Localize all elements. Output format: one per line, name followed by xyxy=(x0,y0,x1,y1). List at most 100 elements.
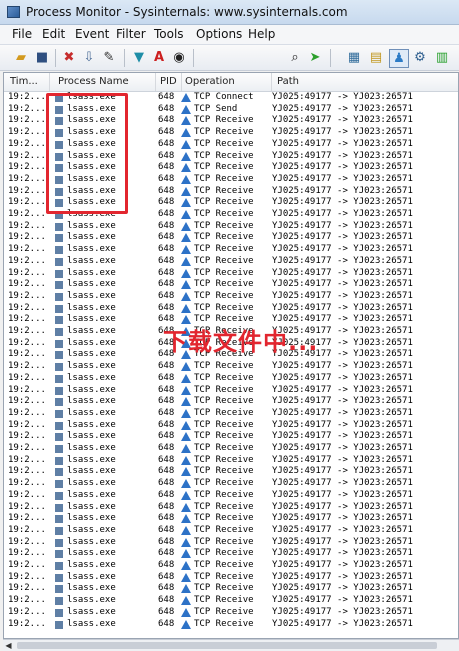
find-icon[interactable]: ⌕ xyxy=(286,49,304,66)
column-path[interactable]: Path xyxy=(272,73,458,91)
network-operation-icon xyxy=(181,619,191,629)
process-icon xyxy=(55,573,63,582)
table-row[interactable]: 19:2... lsass.exe 648 TCP Receive YJ025:4917… xyxy=(4,221,458,233)
table-row[interactable]: 19:2... lsass.exe 648 TCP Receive YJ025:4917… xyxy=(4,361,458,373)
column-pid[interactable]: PID xyxy=(156,73,182,91)
table-row[interactable]: 19:2... lsass.exe 648 TCP Receive YJ025:4917… xyxy=(4,455,458,467)
menu-options[interactable]: Options xyxy=(196,27,242,41)
cell-time: 19:2... xyxy=(8,595,46,606)
table-row[interactable]: 19:2... lsass.exe 648 TCP Receive YJ025:4917… xyxy=(4,396,458,408)
toolbar-separator xyxy=(330,49,331,67)
cell-process-name: lsass.exe xyxy=(67,326,116,336)
cell-operation: TCP Receive xyxy=(194,361,254,372)
column-time[interactable]: Tim... xyxy=(4,73,50,91)
cell-process-name: lsass.exe xyxy=(67,279,116,290)
table-row[interactable]: 19:2... lsass.exe 648 TCP Receive YJ025:4917… xyxy=(4,537,458,549)
table-row[interactable]: 19:2... lsass.exe 648 TCP Receive YJ025:4917… xyxy=(4,466,458,478)
target-icon[interactable]: ◉ xyxy=(170,49,188,66)
cell-operation: TCP Receive xyxy=(194,290,254,301)
horizontal-scrollbar[interactable]: ◀ xyxy=(3,639,459,651)
table-row[interactable]: 19:2... lsass.exe 648 TCP Receive YJ025:4917… xyxy=(4,490,458,502)
table-row[interactable]: 19:2... lsass.exe 648 TCP Receive YJ025:4917… xyxy=(4,619,458,631)
cell-time: 19:2... xyxy=(8,209,46,219)
cell-time: 19:2... xyxy=(8,255,46,266)
cell-path: YJ025:49177 -> YJ023:26571 xyxy=(272,115,413,126)
cell-pid: 648 xyxy=(158,255,175,266)
table-row[interactable]: 19:2... lsass.exe 648 TCP Receive YJ025:4917… xyxy=(4,502,458,514)
cell-process-name: lsass.exe xyxy=(67,314,116,325)
menu-filter[interactable]: Filter xyxy=(116,27,146,41)
column-process-name[interactable]: Process Name xyxy=(50,73,156,91)
network-operation-icon xyxy=(181,362,191,372)
table-row[interactable]: 19:2... lsass.exe 648 TCP Receive YJ025:4917… xyxy=(4,384,458,397)
cell-process-name: lsass.exe xyxy=(67,407,116,418)
cell-time: 19:2... xyxy=(8,583,46,594)
menu-tools[interactable]: Tools xyxy=(154,27,184,41)
filter-icon[interactable]: ▼ xyxy=(130,49,148,66)
process-icon xyxy=(55,515,63,524)
network-operation-icon xyxy=(181,303,191,313)
menu-help[interactable]: Help xyxy=(248,27,275,41)
cell-pid: 648 xyxy=(158,419,175,430)
save-icon[interactable]: ■ xyxy=(33,49,51,66)
table-row[interactable]: 19:2... lsass.exe 648 TCP Receive YJ025:4917… xyxy=(4,255,458,268)
cell-time: 19:2... xyxy=(8,115,46,126)
window-titlebar[interactable]: Process Monitor - Sysinternals: www.sysi… xyxy=(0,0,459,25)
capture-icon[interactable]: ✖ xyxy=(60,49,78,66)
menu-edit[interactable]: Edit xyxy=(42,27,65,41)
registry-icon[interactable]: ▦ xyxy=(345,49,363,66)
jump-icon[interactable]: ➤ xyxy=(306,49,324,66)
cell-pid: 648 xyxy=(158,302,175,313)
cell-operation: TCP Receive xyxy=(194,150,254,161)
cell-path: YJ025:49177 -> YJ023:26571 xyxy=(272,407,413,418)
cell-time: 19:2... xyxy=(8,372,46,383)
cell-pid: 648 xyxy=(158,185,175,196)
menu-event[interactable]: Event xyxy=(75,27,109,41)
cell-time: 19:2... xyxy=(8,103,46,114)
process-icon xyxy=(55,562,63,570)
table-row[interactable]: 19:2... lsass.exe 648 TCP Receive YJ025:4917… xyxy=(4,607,458,619)
cell-pid: 648 xyxy=(158,560,175,570)
network-operation-icon xyxy=(181,385,191,395)
clear-icon[interactable]: ✎ xyxy=(100,49,118,66)
cell-time: 19:2... xyxy=(8,466,46,477)
table-row[interactable]: 19:2... lsass.exe 648 TCP Receive YJ025:4917… xyxy=(4,419,458,432)
cell-operation: TCP Receive xyxy=(194,162,254,173)
cell-pid: 648 xyxy=(158,384,175,395)
column-operation[interactable]: Operation xyxy=(182,73,272,91)
network-icon[interactable]: ♟ xyxy=(389,49,409,68)
autoscroll-icon[interactable]: ⇩ xyxy=(80,49,98,66)
table-row[interactable]: 19:2... lsass.exe 648 TCP Receive YJ025:4917… xyxy=(4,290,458,303)
filesystem-icon[interactable]: ▤ xyxy=(367,49,385,66)
cell-path: YJ025:49177 -> YJ023:26571 xyxy=(272,431,413,442)
menu-file[interactable]: File xyxy=(12,27,32,41)
table-row[interactable]: 19:2... lsass.exe 648 TCP Receive YJ025:4917… xyxy=(4,478,458,490)
table-row[interactable]: 19:2... lsass.exe 648 TCP Receive YJ025:4917… xyxy=(4,560,458,572)
table-row[interactable]: 19:2... lsass.exe 648 TCP Receive YJ025:4917… xyxy=(4,513,458,525)
process-icon[interactable]: ⚙ xyxy=(411,49,429,66)
table-row[interactable]: 19:2... lsass.exe 648 TCP Receive YJ025:4917… xyxy=(4,407,458,420)
table-row[interactable]: 19:2... lsass.exe 648 TCP Receive YJ025:4917… xyxy=(4,443,458,455)
cell-pid: 648 xyxy=(158,361,175,372)
table-row[interactable]: 19:2... lsass.exe 648 TCP Receive YJ025:4917… xyxy=(4,244,458,256)
table-row[interactable]: 19:2... lsass.exe 648 TCP Receive YJ025:4917… xyxy=(4,431,458,443)
process-icon xyxy=(55,608,63,617)
profiling-icon[interactable]: ▥ xyxy=(433,49,451,66)
table-row[interactable]: 19:2... lsass.exe 648 TCP Receive YJ025:4917… xyxy=(4,595,458,607)
cell-process-name: lsass.exe xyxy=(67,361,116,372)
table-row[interactable]: 19:2... lsass.exe 648 TCP Receive YJ025:4917… xyxy=(4,372,458,385)
table-row[interactable]: 19:2... lsass.exe 648 TCP Receive YJ025:4917… xyxy=(4,583,458,595)
table-row[interactable]: 19:2... lsass.exe 648 TCP Receive YJ025:4917… xyxy=(4,524,458,537)
table-row[interactable]: 19:2... lsass.exe 648 TCP Receive YJ025:4917… xyxy=(4,232,458,244)
table-row[interactable]: 19:2... lsass.exe 648 TCP Receive YJ025:4917… xyxy=(4,302,458,315)
cell-time: 19:2... xyxy=(8,524,46,535)
table-row[interactable]: 19:2... lsass.exe 648 TCP Receive YJ025:4917… xyxy=(4,279,458,291)
open-icon[interactable]: ▰ xyxy=(12,49,30,66)
table-row[interactable]: 19:2... lsass.exe 648 TCP Receive YJ025:4917… xyxy=(4,571,458,584)
scroll-left-arrow-icon[interactable]: ◀ xyxy=(3,640,14,651)
cell-pid: 648 xyxy=(158,571,175,582)
scroll-thumb[interactable] xyxy=(17,642,437,649)
table-row[interactable]: 19:2... lsass.exe 648 TCP Receive YJ025:4917… xyxy=(4,548,458,560)
highlight-icon[interactable]: A xyxy=(150,49,168,66)
table-row[interactable]: 19:2... lsass.exe 648 TCP Receive YJ025:4917… xyxy=(4,268,458,280)
